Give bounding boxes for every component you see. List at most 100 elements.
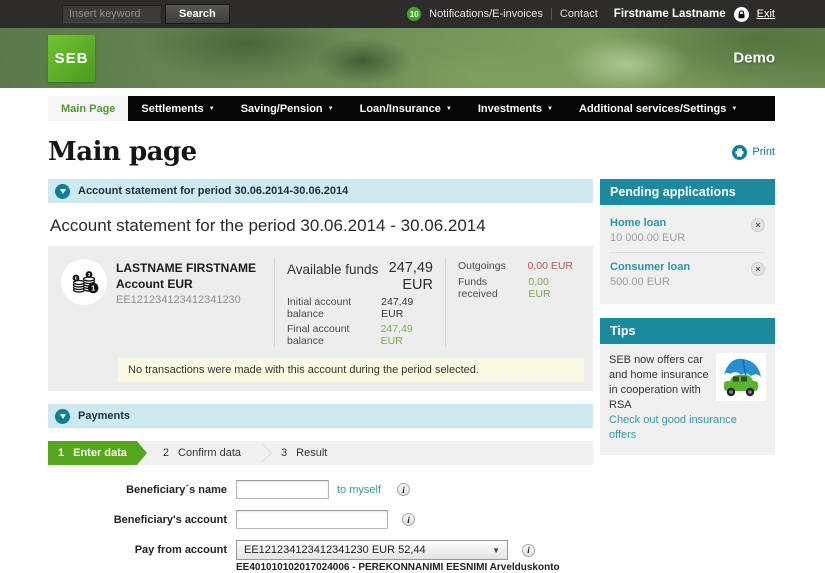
print-button[interactable]: Print [732, 144, 775, 160]
step-number: 2 [162, 447, 170, 460]
print-label: Print [752, 146, 775, 158]
info-icon[interactable]: i [402, 513, 415, 527]
statement-section-title: Account statement for period 30.06.2014-… [78, 185, 349, 197]
no-transactions-note: No transactions were made with this acco… [118, 358, 584, 383]
page-header-row: Main page Print [48, 137, 775, 167]
payment-form: Beneficiary´s name to myself i Beneficia… [48, 480, 593, 573]
beneficiary-account-label: Beneficiary's account [113, 513, 227, 526]
available-funds-currency: EUR [402, 276, 433, 293]
pending-home-loan-link[interactable]: Home loan [610, 217, 765, 229]
exit-link[interactable]: Exit [757, 8, 775, 20]
svg-text:1: 1 [91, 284, 95, 293]
pending-applications-body: Home loan 10 000.00 EUR × Consumer loan … [600, 205, 775, 304]
final-balance-label: Final account balance [287, 323, 350, 348]
payments-section-title: Payments [78, 410, 130, 423]
funds-received-value: 0,00 EUR [528, 276, 551, 300]
step-label: Confirm data [178, 447, 242, 460]
divider [550, 8, 552, 20]
info-icon[interactable]: i [397, 483, 411, 497]
pending-consumer-loan-link[interactable]: Consumer loan [610, 261, 765, 273]
search-button[interactable]: Search [165, 4, 230, 24]
payment-steps: 1 Enter data 2 Confirm data 3 Result [48, 441, 593, 466]
nav-investments[interactable]: Investments ▼ [465, 96, 566, 121]
dropdown-arrow-icon: ▼ [731, 105, 738, 112]
nav-loan-insurance[interactable]: Loan/Insurance ▼ [347, 96, 465, 121]
dropdown-arrow-icon: ▼ [327, 105, 334, 112]
pay-from-selected-value: EE121234123412341230 EUR 52,44 [244, 544, 426, 557]
nav-main-page[interactable]: Main Page [48, 96, 129, 121]
pay-from-label: Pay from account [134, 544, 227, 557]
outgoings-value: 0,00 EUR [527, 260, 573, 272]
pay-from-account-detail: EE401010102017024006 - PEREKONNANIMI EES… [236, 562, 560, 573]
list-item: Consumer loan 500.00 EUR × [610, 253, 765, 296]
tips-offer-link[interactable]: Check out good insurance offers [609, 413, 766, 443]
account-identity: LASTNAME FIRSTNAME Account EUR EE1212341… [116, 258, 274, 306]
notification-badge: 10 [407, 7, 422, 21]
nav-settlements[interactable]: Settlements ▼ [128, 96, 227, 121]
payments-section-bar[interactable]: Payments [48, 404, 593, 429]
car-umbrella-icon [716, 353, 766, 401]
to-myself-link[interactable]: to myself [337, 484, 381, 496]
account-number: EE121234123412341230 [116, 294, 241, 307]
nav-additional-services[interactable]: Additional services/Settings ▼ [566, 96, 750, 121]
pending-applications-header: Pending applications [600, 179, 775, 205]
step-confirm-data: 2 Confirm data [137, 441, 259, 465]
contact-link[interactable]: Contact [560, 8, 598, 20]
outgoings-label: Outgoings [458, 260, 506, 272]
step-result: 3 Result [259, 441, 345, 465]
nav-label: Investments [477, 102, 543, 115]
beneficiary-account-row: Beneficiary's account i [48, 510, 593, 530]
collapse-arrow-icon[interactable] [55, 408, 70, 424]
beneficiary-name-label: Beneficiary´s name [126, 483, 227, 496]
seb-logo[interactable]: SEB [48, 35, 95, 82]
beneficiary-name-input[interactable] [236, 480, 329, 500]
available-funds-block: Available funds 247,49 EUR Initial accou… [275, 258, 445, 347]
nav-label: Loan/Insurance [359, 102, 441, 115]
lock-icon [733, 6, 749, 22]
content-area: Main page Print Account statement for pe… [0, 121, 825, 573]
page-title: Main page [48, 137, 197, 167]
nav-saving-pension[interactable]: Saving/Pension ▼ [228, 96, 347, 121]
search-area: Search [62, 4, 230, 24]
select-arrow-icon: ▼ [492, 545, 500, 555]
step-label: Result [296, 447, 328, 460]
step-number: 1 [58, 447, 65, 460]
flows-block: Outgoings 0,00 EUR Funds received 0,00 E… [446, 258, 585, 304]
available-funds-amount: 247,49 [388, 260, 433, 276]
dropdown-arrow-icon: ▼ [208, 105, 215, 112]
collapse-arrow-icon[interactable] [55, 183, 70, 199]
sidebar: Pending applications Home loan 10 000.00… [600, 179, 775, 456]
coins-icon: € 3 1 [61, 259, 107, 305]
user-name: Firstname Lastname [613, 8, 726, 20]
pay-from-select[interactable]: EE121234123412341230 EUR 52,44 ▼ [236, 540, 508, 561]
beneficiary-account-input[interactable] [236, 510, 388, 530]
dropdown-arrow-icon: ▼ [547, 105, 553, 112]
beneficiary-name-row: Beneficiary´s name to myself i [48, 480, 593, 500]
account-type: Account EUR [116, 276, 193, 291]
main-column: Account statement for period 30.06.2014-… [48, 179, 593, 573]
funds-received-label: Funds received [458, 276, 498, 300]
account-holder-name: LASTNAME FIRSTNAME [116, 261, 256, 275]
nav-label: Main Page [61, 102, 116, 115]
close-icon[interactable]: × [751, 218, 765, 232]
close-icon[interactable]: × [751, 262, 765, 276]
info-icon[interactable]: i [522, 543, 535, 557]
pending-amount: 10 000.00 EUR [610, 232, 686, 244]
initial-balance-label: Initial account balance [287, 296, 352, 321]
demo-mode-label: Demo [733, 49, 775, 67]
tips-header: Tips [600, 318, 775, 344]
statement-section-bar[interactable]: Account statement for period 30.06.2014-… [48, 179, 593, 203]
pending-amount: 500.00 EUR [610, 276, 670, 288]
top-right-links: 10 Notifications/E-invoices Contact Firs… [407, 6, 775, 22]
initial-balance-value: 247,49 EUR [381, 296, 414, 321]
notifications-link[interactable]: Notifications/E-invoices [429, 8, 543, 20]
final-balance-value: 247,49 EUR [380, 323, 413, 348]
nav-label: Additional services/Settings [579, 102, 727, 115]
step-number: 3 [281, 447, 288, 460]
top-utility-bar: Search 10 Notifications/E-invoices Conta… [0, 0, 825, 28]
pay-from-row: Pay from account EE121234123412341230 EU… [48, 540, 593, 561]
account-summary-box: € 3 1 LASTNAME FIRSTNAME Account EUR EE1… [48, 246, 593, 392]
nav-label: Settlements [141, 102, 204, 115]
search-input[interactable] [62, 5, 162, 23]
main-navigation: Main Page Settlements ▼ Saving/Pension ▼ L… [48, 96, 775, 121]
